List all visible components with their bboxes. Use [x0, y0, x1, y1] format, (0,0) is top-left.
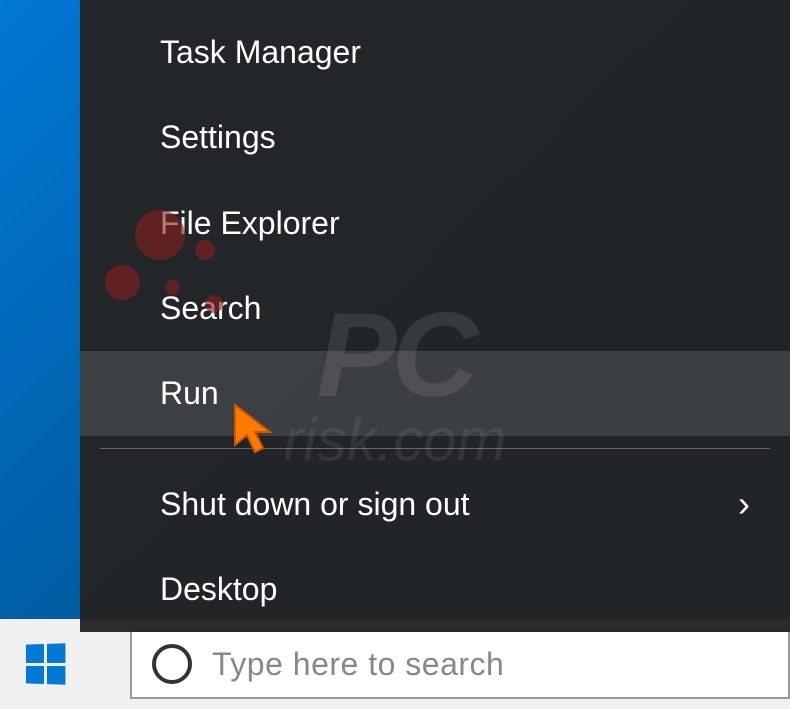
menu-label: Shut down or sign out	[160, 486, 470, 523]
menu-item-run[interactable]: Run	[80, 351, 790, 436]
menu-item-task-manager[interactable]: Task Manager	[80, 10, 790, 95]
start-button[interactable]	[0, 619, 90, 709]
menu-divider	[100, 448, 770, 449]
menu-item-file-explorer[interactable]: File Explorer	[80, 181, 790, 266]
menu-label: Search	[160, 290, 261, 327]
menu-item-settings[interactable]: Settings	[80, 95, 790, 180]
windows-logo-icon	[26, 643, 65, 684]
menu-item-search[interactable]: Search	[80, 266, 790, 351]
search-box[interactable]: Type here to search	[130, 629, 790, 699]
taskbar: Type here to search	[0, 619, 790, 709]
menu-label: Desktop	[160, 571, 277, 608]
winx-context-menu: Task Manager Settings File Explorer Sear…	[80, 0, 790, 632]
search-placeholder: Type here to search	[212, 646, 504, 683]
cortana-circle-icon	[152, 644, 192, 684]
menu-item-desktop[interactable]: Desktop	[80, 547, 790, 632]
menu-item-shutdown[interactable]: Shut down or sign out ›	[80, 461, 790, 546]
menu-label: Settings	[160, 119, 276, 156]
chevron-right-icon: ›	[738, 483, 750, 525]
menu-label: File Explorer	[160, 205, 340, 242]
menu-label: Run	[160, 375, 219, 412]
menu-label: Task Manager	[160, 34, 361, 71]
